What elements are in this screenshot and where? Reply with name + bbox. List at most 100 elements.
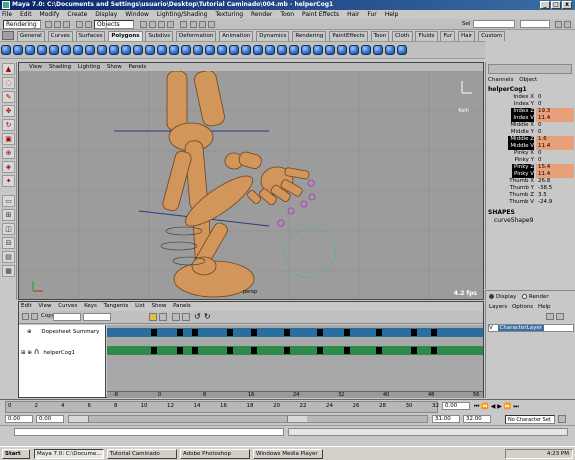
vp-menu-show[interactable]: Show xyxy=(107,64,122,70)
polygon-tool-icon[interactable] xyxy=(349,45,359,55)
viewport-canvas[interactable]: Kelh persp 4.2 fps xyxy=(19,70,483,299)
maximize-button[interactable]: □ xyxy=(551,1,561,9)
keyframe-marker[interactable] xyxy=(151,347,157,354)
keyframe-marker[interactable] xyxy=(431,329,437,336)
keyframe-marker[interactable] xyxy=(192,329,198,336)
soft-mod-icon[interactable]: ◈ xyxy=(2,161,15,173)
polygon-tool-icon[interactable] xyxy=(49,45,59,55)
polygon-tool-icon[interactable] xyxy=(133,45,143,55)
layer-name[interactable]: CharacterLayer xyxy=(497,325,545,331)
keyframe-marker[interactable] xyxy=(376,329,382,336)
time-slider-bar[interactable]: 0 2 4 6 8 10 12 14 16 18 20 22 24 26 28 30 32 xyxy=(5,401,439,413)
tab-animation[interactable]: Animation xyxy=(219,31,254,41)
menu-modify[interactable]: Modify xyxy=(40,11,60,18)
polygon-tool-icon[interactable] xyxy=(313,45,323,55)
show-manipulator-icon[interactable]: ✦ xyxy=(2,175,15,187)
ds-frame-playback-icon[interactable] xyxy=(182,313,190,321)
taskbar-item-media-player[interactable]: Windows Media Player xyxy=(253,449,323,459)
channel-row[interactable]: Pinky Z 15.4 xyxy=(486,164,575,171)
tab-polygons[interactable]: Polygons xyxy=(108,31,143,41)
polygon-tool-icon[interactable] xyxy=(337,45,347,55)
polygon-tool-icon[interactable] xyxy=(169,45,179,55)
step-back-icon[interactable]: ⏪ xyxy=(481,403,488,410)
quick-select-field[interactable] xyxy=(473,20,515,28)
channel-value[interactable]: 0 xyxy=(536,129,574,136)
ds-menu-view[interactable]: View xyxy=(38,303,51,309)
select-object-icon[interactable] xyxy=(85,21,92,28)
tab-channels[interactable]: Channels xyxy=(488,77,513,83)
snap-surface-icon[interactable] xyxy=(167,21,174,28)
select-hierarchy-icon[interactable] xyxy=(76,21,83,28)
play-forward-icon[interactable]: ▶ xyxy=(497,403,502,410)
playback-end-field[interactable]: 31.00 xyxy=(432,415,460,423)
channel-value[interactable]: 0 xyxy=(536,101,574,108)
channel-row[interactable]: Thumb X 26.8 xyxy=(486,178,575,185)
keyframe-marker[interactable] xyxy=(227,347,233,354)
tab-dynamics[interactable]: Dynamics xyxy=(256,31,290,41)
layout-hypershade-icon[interactable]: ▤ xyxy=(2,251,15,263)
channel-row[interactable]: Thumb Y -38.5 xyxy=(486,185,575,192)
lasso-tool-icon[interactable]: ◌ xyxy=(2,77,15,89)
menu-file[interactable]: File xyxy=(2,11,12,18)
shelf-menu-icon[interactable] xyxy=(2,31,14,40)
polygon-tool-icon[interactable] xyxy=(145,45,155,55)
tab-surfaces[interactable]: Surfaces xyxy=(75,31,106,41)
taskbar-item-photoshop[interactable]: Adobe Photoshop xyxy=(180,449,250,459)
tab-deformation[interactable]: Deformation xyxy=(176,31,217,41)
channel-row[interactable]: Index Y0 xyxy=(486,101,575,108)
paint-select-icon[interactable]: ✎ xyxy=(2,91,15,103)
channel-row[interactable]: Middle Y0 xyxy=(486,129,575,136)
channel-value[interactable]: 15.4 xyxy=(536,164,574,171)
polygon-tool-icon[interactable] xyxy=(61,45,71,55)
auto-key-icon[interactable] xyxy=(558,415,566,423)
display-radio[interactable] xyxy=(489,294,494,299)
polygon-tool-icon[interactable] xyxy=(13,45,23,55)
polygon-tool-icon[interactable] xyxy=(373,45,383,55)
character-set-dropdown[interactable]: No Character Set xyxy=(505,415,555,424)
channel-value[interactable]: 0 xyxy=(536,94,574,101)
channel-value[interactable]: 26.8 xyxy=(536,178,574,185)
layer-row[interactable]: V CharacterLayer xyxy=(488,324,574,332)
keyframe-marker[interactable] xyxy=(317,347,323,354)
channel-row[interactable]: Index X0 xyxy=(486,94,575,101)
new-scene-icon[interactable] xyxy=(45,21,52,28)
time-slider[interactable]: 0 2 4 6 8 10 12 14 16 18 20 22 24 26 28 30 32 0.00 ⏮ ⏪ ◀… xyxy=(0,399,575,413)
attribute-editor-toggle-icon[interactable] xyxy=(564,21,571,28)
select-tool-icon[interactable]: ▲ xyxy=(2,63,15,75)
numeric-input-field[interactable] xyxy=(520,20,550,28)
vp-menu-view[interactable]: View xyxy=(29,64,42,70)
visibility-icon[interactable]: ⊕ xyxy=(27,350,32,356)
polygon-tool-icon[interactable] xyxy=(301,45,311,55)
go-to-end-icon[interactable]: ⏭ xyxy=(513,403,518,410)
polygon-tool-icon[interactable] xyxy=(181,45,191,55)
channel-row[interactable]: Pinky V 11.4 xyxy=(486,171,575,178)
menu-create[interactable]: Create xyxy=(67,11,87,18)
render-globals-icon[interactable] xyxy=(208,21,215,28)
taskbar-item-maya[interactable]: Maya 7.0: C:\Docume... xyxy=(34,449,104,459)
snap-curve-icon[interactable] xyxy=(149,21,156,28)
tab-subdivs[interactable]: Subdivs xyxy=(145,31,174,41)
polygon-tool-icon[interactable] xyxy=(217,45,227,55)
keyframe-marker[interactable] xyxy=(251,329,257,336)
save-scene-icon[interactable] xyxy=(63,21,70,28)
channel-row[interactable]: Thumb V -24.9 xyxy=(486,199,575,206)
polygon-tool-icon[interactable] xyxy=(121,45,131,55)
channel-row[interactable]: Thumb Z 3.5 xyxy=(486,192,575,199)
menu-toon[interactable]: Toon xyxy=(280,11,294,18)
menu-hair[interactable]: Hair xyxy=(347,11,359,18)
polygon-tool-icon[interactable] xyxy=(229,45,239,55)
end-time-field[interactable]: 32.00 xyxy=(463,415,491,423)
polygon-tool-icon[interactable] xyxy=(277,45,287,55)
render-frame-icon[interactable] xyxy=(190,21,197,28)
channel-value[interactable]: 11.4 xyxy=(536,115,574,122)
keyframe-marker[interactable] xyxy=(344,329,350,336)
polygon-tool-icon[interactable] xyxy=(361,45,371,55)
keyframe-marker[interactable] xyxy=(227,329,233,336)
redo-icon[interactable]: ↻ xyxy=(204,312,211,321)
taskbar-item-tutorial[interactable]: Tutorial Caminado xyxy=(107,449,177,459)
keyframe-marker[interactable] xyxy=(284,329,290,336)
ds-menu-panels[interactable]: Panels xyxy=(173,303,191,309)
channel-value[interactable]: 0 xyxy=(536,150,574,157)
menu-edit[interactable]: Edit xyxy=(20,11,32,18)
vp-menu-panels[interactable]: Panels xyxy=(128,64,146,70)
